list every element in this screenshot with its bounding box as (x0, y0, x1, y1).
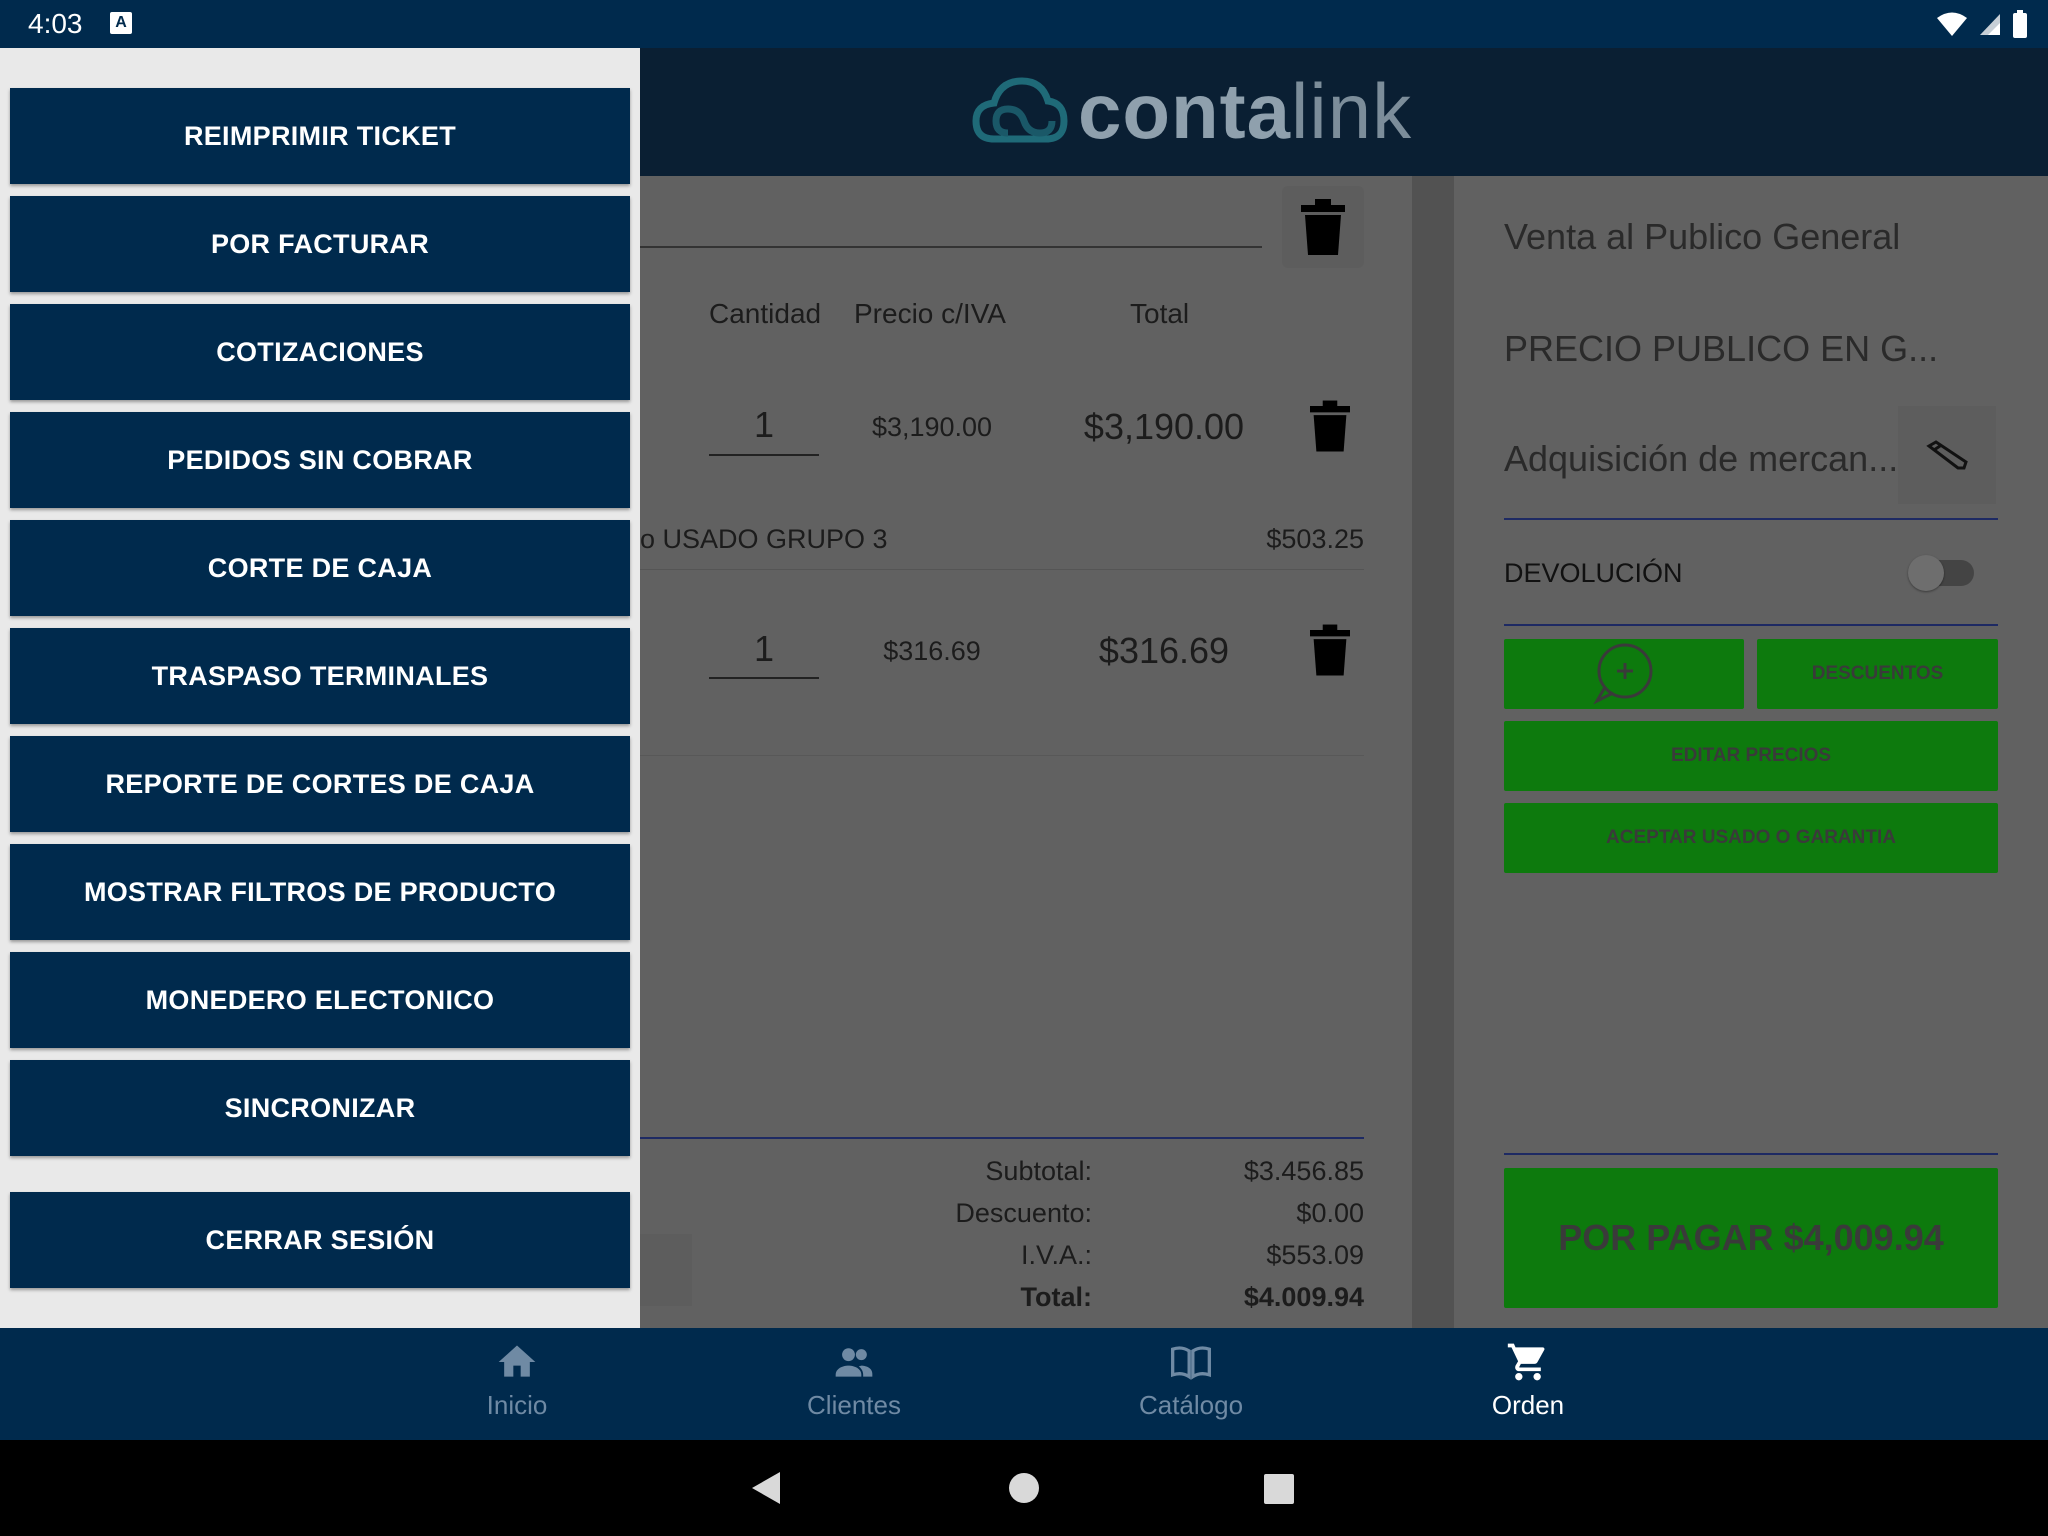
totals-divider (640, 1137, 1364, 1139)
pay-divider (1504, 1153, 1998, 1155)
accept-used-button[interactable]: ACEPTAR USADO O GARANTIA (1504, 803, 1998, 873)
remove-item-icon[interactable] (1310, 400, 1350, 452)
cloud-logo-icon (972, 77, 1068, 143)
iva-label: I.V.A.: (1020, 1240, 1092, 1270)
item-price: $316.69 (883, 636, 981, 666)
back-icon[interactable] (750, 1470, 782, 1506)
price-list[interactable]: PRECIO PUBLICO EN G... (1504, 328, 1938, 370)
subtotal-value: $3.456.85 (1243, 1156, 1364, 1186)
quantity-input[interactable]: 1 (709, 404, 819, 456)
iva-value: $553.09 (1266, 1240, 1364, 1270)
pay-button[interactable]: POR PAGAR $4,009.94 (1504, 1168, 1998, 1308)
people-icon (835, 1348, 873, 1377)
group-label: o USADO GRUPO 3 (640, 524, 888, 554)
client-name[interactable]: Venta al Publico General (1504, 216, 1900, 258)
battery-icon (2013, 10, 2027, 38)
toggle-knob (1908, 555, 1944, 591)
nav-label: Orden (1491, 1390, 1565, 1420)
home-icon (498, 1345, 536, 1377)
remove-item-icon[interactable] (1310, 624, 1350, 676)
quantity-underline (709, 677, 819, 679)
trash-icon (1301, 199, 1345, 255)
cart-icon (1507, 1343, 1545, 1381)
nav-clients[interactable]: Clientes (754, 1340, 954, 1430)
menu-sync[interactable]: SINCRONIZAR (10, 1060, 630, 1156)
return-toggle[interactable] (1908, 555, 1974, 591)
search-underline (640, 246, 1262, 248)
obscured-button[interactable] (640, 1234, 692, 1306)
column-price: Precio c/IVA (854, 298, 1006, 329)
clear-order-button[interactable] (1282, 186, 1364, 268)
discounts-button[interactable]: DESCUENTOS (1757, 639, 1998, 709)
pencil-icon (1926, 440, 1968, 470)
menu-cash-cut[interactable]: CORTE DE CAJA (10, 520, 630, 616)
item-total: $3,190.00 (1083, 406, 1245, 447)
group-amount: $503.25 (1266, 524, 1364, 554)
logo-text: contalink (1078, 66, 1413, 155)
menu-pending-invoice[interactable]: POR FACTURAR (10, 196, 630, 292)
add-note-button[interactable] (1504, 639, 1744, 709)
logout-button[interactable]: CERRAR SESIÓN (10, 1192, 630, 1288)
menu-quotes[interactable]: COTIZACIONES (10, 304, 630, 400)
total-value: $4.009.94 (1243, 1282, 1364, 1312)
status-icons (1936, 10, 2028, 38)
nav-label: Inicio (486, 1390, 548, 1420)
signal-icon (1980, 14, 2000, 35)
menu-terminal-transfer[interactable]: TRASPASO TERMINALES (10, 628, 630, 724)
item-total: $316.69 (1098, 630, 1230, 671)
contalink-logo: contalink (972, 66, 1412, 156)
quantity-underline (709, 454, 819, 456)
status-bar: 4:03 A (0, 0, 2048, 48)
row-divider (640, 755, 1364, 756)
concept-underline (1504, 518, 1998, 520)
concept-field[interactable]: Adquisición de mercan... (1504, 438, 1898, 480)
nav-order[interactable]: Orden (1428, 1340, 1628, 1430)
row-divider (640, 569, 1364, 570)
system-navigation-bar (0, 1440, 2048, 1536)
menu-cash-cut-report[interactable]: REPORTE DE CORTES DE CAJA (10, 736, 630, 832)
home-circle-icon[interactable] (1008, 1472, 1040, 1504)
nav-home[interactable]: Inicio (417, 1340, 617, 1430)
discount-value: $0.00 (1296, 1198, 1364, 1228)
menu-reprint-ticket[interactable]: REIMPRIMIR TICKET (10, 88, 630, 184)
return-underline (1504, 624, 1998, 626)
nav-catalog[interactable]: Catálogo (1091, 1340, 1291, 1430)
column-quantity: Cantidad (709, 298, 822, 329)
chat-add-icon (1593, 643, 1653, 705)
menu-unpaid-orders[interactable]: PEDIDOS SIN COBRAR (10, 412, 630, 508)
edit-prices-button[interactable]: EDITAR PRECIOS (1504, 721, 1998, 791)
return-label: DEVOLUCIÓN (1504, 558, 1683, 588)
bottom-navigation (0, 1328, 2048, 1440)
recents-icon[interactable] (1264, 1474, 1294, 1504)
wifi-icon (1937, 12, 1967, 36)
total-label: Total: (1020, 1282, 1092, 1312)
nav-label: Catálogo (1138, 1390, 1244, 1420)
menu-product-filters[interactable]: MOSTRAR FILTROS DE PRODUCTO (10, 844, 630, 940)
panel-divider (1412, 176, 1454, 1328)
column-total: Total (1130, 298, 1190, 329)
quantity-input[interactable]: 1 (709, 628, 819, 680)
status-time: 4:03 (28, 8, 83, 39)
edit-concept-button[interactable] (1898, 406, 1996, 504)
item-price: $3,190.00 (871, 412, 993, 442)
nav-label: Clientes (807, 1390, 901, 1420)
notification-icon: A (110, 12, 132, 34)
menu-electronic-wallet[interactable]: MONEDERO ELECTONICO (10, 952, 630, 1048)
book-icon (1171, 1346, 1211, 1380)
subtotal-label: Subtotal: (985, 1156, 1092, 1186)
discount-label: Descuento: (955, 1198, 1092, 1228)
